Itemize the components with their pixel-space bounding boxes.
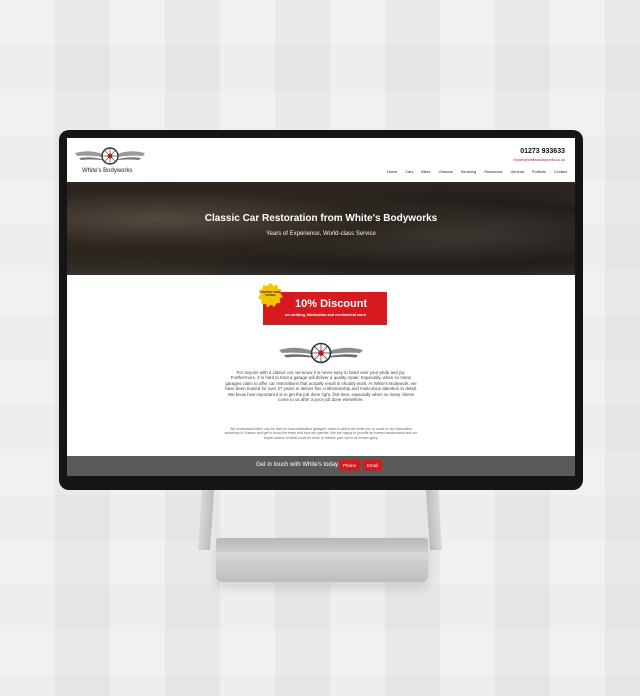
stand-base-top xyxy=(216,538,428,552)
intro-paragraph: For anyone with a classic car, we know i… xyxy=(225,370,417,403)
badge-text: LIMITED TIME OFFER xyxy=(260,290,281,298)
phone-button[interactable]: Phone xyxy=(339,460,360,471)
secondary-paragraph: We understand that it can be hard to tru… xyxy=(224,427,418,440)
header-phone[interactable]: 01273 933633 xyxy=(520,148,565,155)
screen: White's Bodyworks 01273 933633 repairs@w… xyxy=(67,138,575,476)
hero-overlay xyxy=(67,182,575,275)
hero-subtitle: Years of Experience, World-class Service xyxy=(266,231,376,237)
nav-item-contact[interactable]: Contact xyxy=(554,170,567,174)
main-nav: Home Cars Bikes Classics Servicing Resou… xyxy=(387,170,567,174)
nav-item-portfolio[interactable]: Portfolio xyxy=(532,170,546,174)
discount-detail: on welding, fabrication and mechanical w… xyxy=(285,313,366,317)
discount-headline: 10% Discount xyxy=(295,298,368,310)
contact-bar: Get in touch with White's today Phone Em… xyxy=(67,456,575,476)
brand-name: White's Bodyworks xyxy=(82,168,133,174)
site-header: White's Bodyworks 01273 933633 repairs@w… xyxy=(67,138,575,182)
header-email[interactable]: repairs@whitesbodyworks.co.uk xyxy=(513,158,565,162)
hero-banner: Classic Car Restoration from White's Bod… xyxy=(67,182,575,275)
nav-item-general[interactable]: General xyxy=(510,170,524,174)
hero-title: Classic Car Restoration from White's Bod… xyxy=(204,213,438,224)
winged-wheel-emblem-icon xyxy=(279,342,363,364)
nav-item-resources[interactable]: Resources xyxy=(484,170,502,174)
contact-cta: Get in touch with White's today xyxy=(256,462,339,468)
nav-item-home[interactable]: Home xyxy=(387,170,397,174)
email-button[interactable]: Email xyxy=(363,460,382,471)
winged-wheel-logo-icon[interactable] xyxy=(75,146,145,166)
nav-item-bikes[interactable]: Bikes xyxy=(421,170,430,174)
nav-item-cars[interactable]: Cars xyxy=(405,170,413,174)
nav-item-servicing[interactable]: Servicing xyxy=(461,170,477,174)
nav-item-classics[interactable]: Classics xyxy=(439,170,453,174)
